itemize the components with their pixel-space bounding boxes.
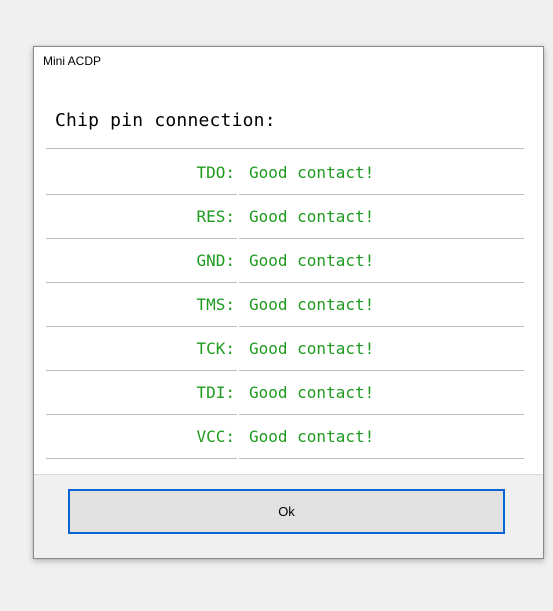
pin-status-cell: Good contact!: [239, 195, 524, 239]
title-bar: Mini ACDP: [34, 47, 543, 75]
pin-name-cell: VCC:: [46, 415, 237, 459]
pin-name: RES:: [196, 207, 235, 226]
pin-status: Good contact!: [249, 339, 375, 358]
pin-name-cell: GND:: [46, 239, 237, 283]
pin-row-tms: TMS: Good contact!: [46, 283, 524, 327]
pin-name-cell: TDI:: [46, 371, 237, 415]
pin-name: GND:: [196, 251, 235, 270]
pin-status: Good contact!: [249, 207, 375, 226]
pin-status-cell: Good contact!: [239, 327, 524, 371]
pin-status-cell: Good contact!: [239, 151, 524, 195]
pin-row-res: RES: Good contact!: [46, 195, 524, 239]
dialog-footer: Ok: [34, 474, 543, 558]
pin-status: Good contact!: [249, 251, 375, 270]
pin-name: TMS:: [196, 295, 235, 314]
pin-status: Good contact!: [249, 163, 375, 182]
pin-status: Good contact!: [249, 295, 375, 314]
pin-name: TDI:: [196, 383, 235, 402]
pin-row-tdi: TDI: Good contact!: [46, 371, 524, 415]
window-title: Mini ACDP: [43, 54, 102, 68]
pin-name-cell: TMS:: [46, 283, 237, 327]
pin-status: Good contact!: [249, 383, 375, 402]
pin-status: Good contact!: [249, 427, 375, 446]
pin-name: TDO:: [196, 163, 235, 182]
pin-row-tck: TCK: Good contact!: [46, 327, 524, 371]
pin-name-cell: TCK:: [46, 327, 237, 371]
pin-row-gnd: GND: Good contact!: [46, 239, 524, 283]
pin-name: TCK:: [196, 339, 235, 358]
pin-status-list: TDO: Good contact! RES: Good contact! GN…: [46, 151, 524, 459]
ok-button-label: Ok: [278, 504, 295, 519]
dialog-heading: Chip pin connection:: [55, 110, 276, 131]
ok-button[interactable]: Ok: [68, 489, 505, 534]
pin-status-cell: Good contact!: [239, 371, 524, 415]
pin-name-cell: TDO:: [46, 151, 237, 195]
pin-row-tdo: TDO: Good contact!: [46, 151, 524, 195]
pin-status-cell: Good contact!: [239, 239, 524, 283]
pin-status-cell: Good contact!: [239, 415, 524, 459]
pin-name-cell: RES:: [46, 195, 237, 239]
divider: [46, 148, 524, 149]
pin-connection-dialog: Mini ACDP Chip pin connection: TDO: Good…: [33, 46, 544, 559]
pin-status-cell: Good contact!: [239, 283, 524, 327]
pin-name: VCC:: [196, 427, 235, 446]
pin-row-vcc: VCC: Good contact!: [46, 415, 524, 459]
